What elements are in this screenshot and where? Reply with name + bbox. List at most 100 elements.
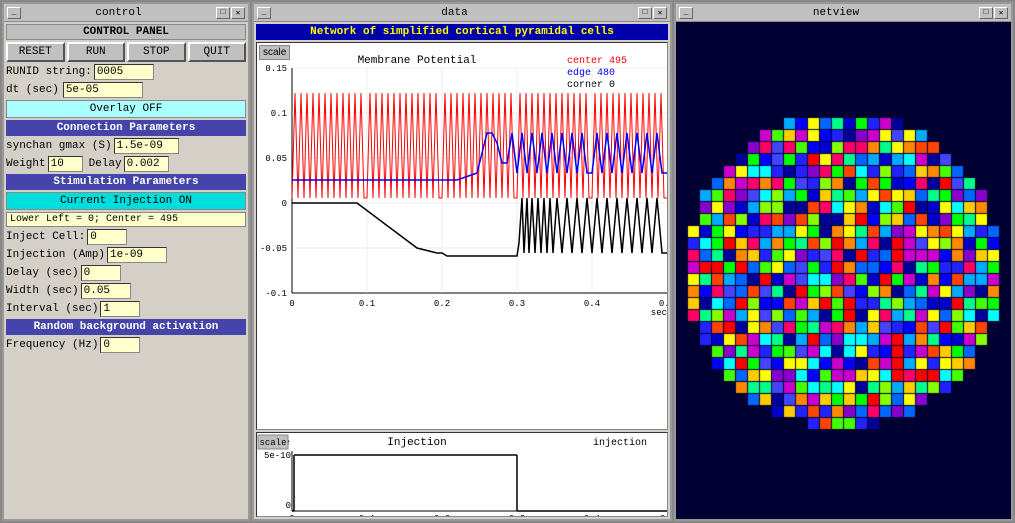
injection-chart: scale scale Injection injection 5e-10 0 — [256, 432, 668, 517]
data-window-controls: □ ✕ — [638, 7, 667, 19]
random-bg-header: Random background activation — [6, 319, 246, 335]
inject-cell-row: Inject Cell: — [6, 229, 246, 245]
delay-label: Delay — [89, 158, 122, 170]
netview-minimize-btn[interactable]: _ — [679, 7, 693, 19]
injection-svg: scale scale Injection injection 5e-10 0 — [257, 433, 667, 516]
connection-header: Connection Parameters — [6, 120, 246, 136]
interval-sec-input[interactable] — [100, 301, 140, 317]
stop-button[interactable]: STOP — [127, 42, 186, 62]
weight-label: Weight — [6, 158, 46, 170]
membrane-potential-chart: scale V Membrane Potential center 495 ed… — [256, 42, 668, 430]
injection-amp-label: Injection (Amp) — [6, 249, 105, 261]
svg-text:0.3: 0.3 — [509, 514, 525, 516]
injection-y-label: 5e-10 — [264, 451, 291, 461]
svg-text:0: 0 — [282, 199, 287, 209]
control-minimize-btn[interactable]: _ — [7, 7, 21, 19]
panel-title: CONTROL PANEL — [6, 24, 246, 40]
control-window: _ control □ ✕ CONTROL PANEL RESET RUN ST… — [2, 2, 250, 521]
delay-input[interactable] — [124, 156, 169, 172]
corner-legend: corner 0 — [567, 80, 615, 91]
delay-sec-label: Delay (sec) — [6, 267, 79, 279]
synchan-input[interactable] — [114, 138, 179, 154]
svg-text:sec0.5: sec0.5 — [644, 514, 667, 516]
netview-close-btn[interactable]: ✕ — [994, 7, 1008, 19]
svg-text:0.1: 0.1 — [271, 109, 287, 119]
width-sec-row: Width (sec) — [6, 283, 246, 299]
svg-text:0.3: 0.3 — [509, 299, 525, 309]
injection-title: Injection — [387, 437, 446, 449]
center-line — [292, 93, 667, 198]
netview-window-controls: □ ✕ — [979, 7, 1008, 19]
data-window: _ data □ ✕ Network of simplified cortica… — [252, 2, 672, 521]
current-injection-button[interactable]: Current Injection ON — [6, 192, 246, 210]
interval-sec-label: Interval (sec) — [6, 303, 98, 315]
control-titlebar: _ control □ ✕ — [4, 4, 248, 22]
inject-cell-input[interactable] — [87, 229, 127, 245]
main-buttons-row: RESET RUN STOP QUIT — [6, 42, 246, 62]
runid-label: RUNID string: — [6, 66, 92, 78]
svg-text:0.15: 0.15 — [265, 64, 287, 74]
synchan-label: synchan gmax (S) — [6, 140, 112, 152]
svg-text:-0.1: -0.1 — [265, 289, 287, 299]
interval-sec-row: Interval (sec) — [6, 301, 246, 317]
runid-row: RUNID string: — [6, 64, 246, 80]
netview-canvas — [676, 22, 1011, 519]
svg-text:0: 0 — [289, 514, 294, 516]
weight-delay-row: Weight Delay — [6, 156, 246, 172]
control-close-btn[interactable]: ✕ — [231, 7, 245, 19]
overlay-button[interactable]: Overlay OFF — [6, 100, 246, 118]
control-title: control — [21, 7, 216, 19]
netview-titlebar: _ netview □ ✕ — [676, 4, 1011, 22]
reset-button[interactable]: RESET — [6, 42, 65, 62]
frequency-row: Frequency (Hz) — [6, 337, 246, 353]
scale-button[interactable]: scale — [259, 45, 290, 60]
svg-text:0.1: 0.1 — [359, 299, 375, 309]
delay-sec-input[interactable] — [81, 265, 121, 281]
svg-text:sec: sec — [651, 308, 667, 318]
frequency-label: Frequency (Hz) — [6, 339, 98, 351]
svg-text:-0.05: -0.05 — [260, 244, 287, 254]
inject-cell-label: Inject Cell: — [6, 231, 85, 243]
data-close-btn[interactable]: ✕ — [653, 7, 667, 19]
data-content: Network of simplified cortical pyramidal… — [254, 22, 670, 519]
width-sec-input[interactable] — [81, 283, 131, 299]
frequency-input[interactable] — [100, 337, 140, 353]
dt-input[interactable] — [63, 82, 143, 98]
svg-text:0.2: 0.2 — [434, 514, 450, 516]
edge-legend: edge 480 — [567, 67, 615, 79]
svg-text:scale: scale — [259, 438, 286, 448]
control-restore-btn[interactable]: □ — [216, 7, 230, 19]
network-header: Network of simplified cortical pyramidal… — [256, 24, 668, 40]
data-minimize-btn[interactable]: _ — [257, 7, 271, 19]
stim-header: Stimulation Parameters — [6, 174, 246, 190]
svg-text:0.4: 0.4 — [584, 514, 600, 516]
membrane-potential-svg: V Membrane Potential center 495 edge 480… — [257, 43, 667, 429]
netview-title: netview — [693, 7, 979, 19]
netview-pixel-canvas — [676, 22, 1011, 519]
injection-y-zero: 0 — [286, 501, 291, 511]
weight-input[interactable] — [48, 156, 83, 172]
svg-text:0.2: 0.2 — [434, 299, 450, 309]
control-window-controls: □ ✕ — [216, 7, 245, 19]
delay-sec-row: Delay (sec) — [6, 265, 246, 281]
center-legend: center 495 — [567, 56, 627, 67]
corner-line — [292, 198, 667, 256]
synchan-row: synchan gmax (S) — [6, 138, 246, 154]
netview-restore-btn[interactable]: □ — [979, 7, 993, 19]
lower-left-text: Lower Left = 0; Center = 495 — [6, 212, 246, 227]
svg-text:0.4: 0.4 — [584, 299, 600, 309]
injection-amp-row: Injection (Amp) — [6, 247, 246, 263]
chart-title: Membrane Potential — [358, 55, 477, 67]
svg-text:0.1: 0.1 — [359, 514, 375, 516]
injection-amp-input[interactable] — [107, 247, 167, 263]
run-button[interactable]: RUN — [67, 42, 126, 62]
dt-label: dt (sec) — [6, 84, 59, 96]
netview-window: _ netview □ ✕ — [674, 2, 1013, 521]
width-sec-label: Width (sec) — [6, 285, 79, 297]
runid-input[interactable] — [94, 64, 154, 80]
data-restore-btn[interactable]: □ — [638, 7, 652, 19]
svg-text:0: 0 — [289, 299, 294, 309]
data-titlebar: _ data □ ✕ — [254, 4, 670, 22]
dt-row: dt (sec) — [6, 82, 246, 98]
quit-button[interactable]: QUIT — [188, 42, 247, 62]
